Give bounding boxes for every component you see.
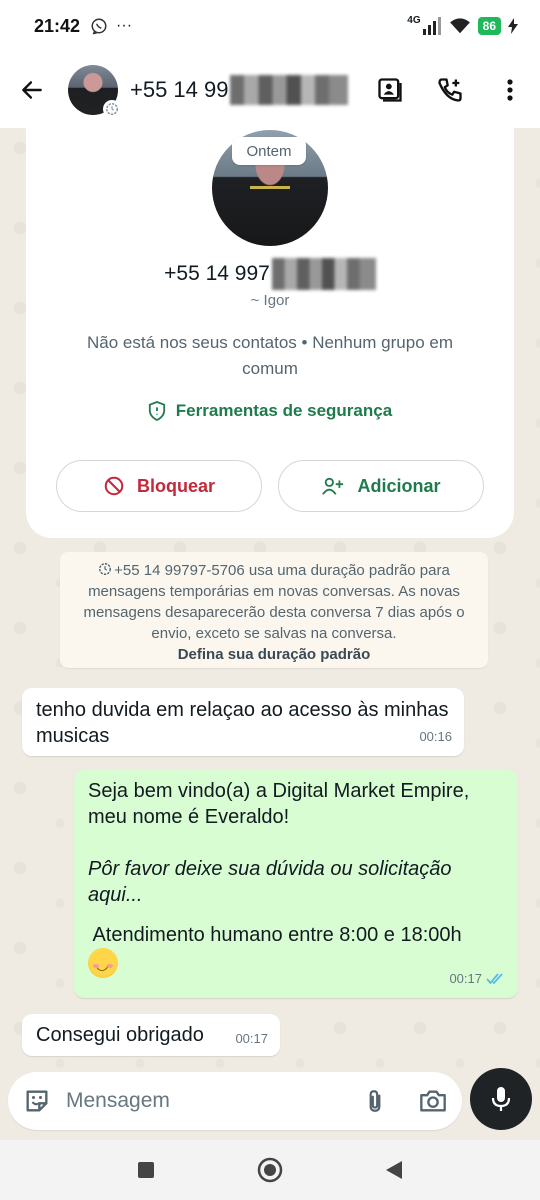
recents-button[interactable] xyxy=(126,1150,166,1190)
card-phone-text: +55 14 997 xyxy=(164,262,270,285)
kebab-menu-icon xyxy=(507,79,513,101)
more-options-button[interactable] xyxy=(480,52,540,128)
message-time: 00:16 xyxy=(419,729,452,744)
block-icon xyxy=(104,476,124,496)
incoming-message[interactable]: tenho duvida em relaçao ao acesso às min… xyxy=(22,688,464,756)
status-notifications: ··· xyxy=(90,17,132,35)
set-default-duration-link[interactable]: Defina sua duração padrão xyxy=(70,644,478,665)
phone-plus-icon xyxy=(438,78,462,102)
add-call-button[interactable] xyxy=(420,52,480,128)
contact-card-icon xyxy=(378,78,402,102)
contact-status-info: Não está nos seus contatos • Nenhum grup… xyxy=(87,333,453,378)
message-request: Pôr favor deixe sua dúvida ou solicitaçã… xyxy=(88,858,452,906)
camera-button[interactable] xyxy=(404,1072,462,1130)
back-button[interactable] xyxy=(0,52,64,128)
message-spacer xyxy=(88,830,504,856)
message-input[interactable] xyxy=(66,1089,346,1113)
chat-header: +55 14 99 xyxy=(0,52,540,128)
double-check-read-icon xyxy=(486,973,503,985)
add-contact-label: Adicionar xyxy=(357,475,441,496)
back-nav-button[interactable] xyxy=(374,1150,414,1190)
home-button[interactable] xyxy=(250,1150,290,1190)
disappearing-timer-icon xyxy=(103,100,121,118)
more-notifications-icon: ··· xyxy=(116,17,133,34)
incoming-message[interactable]: Consegui obrigado 00:17 xyxy=(22,1014,280,1056)
triangle-back-icon xyxy=(386,1161,402,1179)
message-meta: 00:17 xyxy=(449,966,506,992)
message-spacer xyxy=(88,908,504,922)
camera-icon xyxy=(420,1090,446,1112)
contact-avatar[interactable] xyxy=(68,65,121,118)
header-actions xyxy=(360,52,540,128)
message-hours: Atendimento humano entre 8:00 e 18:00h xyxy=(88,924,462,946)
status-bar: 21:42 ··· 4G 86 xyxy=(0,0,540,52)
home-circle-icon xyxy=(257,1157,283,1183)
network-type: 4G xyxy=(407,14,421,26)
voice-message-button[interactable] xyxy=(470,1068,532,1130)
contact-push-name: ~ Igor xyxy=(250,292,290,309)
message-time: 00:17 xyxy=(235,1031,268,1046)
notice-text: +55 14 99797-5706 usa uma duração padrão… xyxy=(83,562,465,642)
battery-badge: 86 xyxy=(477,17,501,35)
safety-tools-label: Ferramentas de segurança xyxy=(175,401,393,420)
system-navigation-bar xyxy=(0,1140,540,1200)
status-indicators: 4G 86 xyxy=(407,14,518,35)
shield-icon xyxy=(148,401,165,421)
sticker-button[interactable] xyxy=(8,1072,66,1130)
add-contact-button[interactable]: Adicionar xyxy=(278,460,484,512)
paperclip-icon xyxy=(369,1090,381,1112)
microphone-icon xyxy=(491,1087,511,1111)
whatsapp-notification-icon xyxy=(91,18,107,35)
sticker-icon xyxy=(26,1090,48,1112)
timer-icon xyxy=(99,563,112,575)
person-add-icon xyxy=(322,477,344,495)
message-meta: 00:16 xyxy=(419,724,452,750)
safety-tools-link[interactable]: Ferramentas de segurança xyxy=(26,401,514,421)
message-text: Consegui obrigado xyxy=(36,1024,204,1046)
charging-icon xyxy=(508,18,518,34)
contact-title[interactable]: +55 14 99 xyxy=(130,75,349,105)
card-redacted-blur xyxy=(271,258,376,290)
contact-info-card: +55 14 997 ~ Igor Não está nos seus cont… xyxy=(26,128,514,538)
message-greeting: Seja bem vindo(a) a Digital Market Empir… xyxy=(88,780,470,828)
block-label: Bloquear xyxy=(136,475,215,496)
arrow-left-icon xyxy=(22,81,42,99)
contact-number: +55 14 99 xyxy=(130,77,229,102)
date-divider: Ontem xyxy=(232,137,306,165)
wifi-icon xyxy=(449,18,470,34)
disappearing-messages-notice: +55 14 99797-5706 usa uma duração padrão… xyxy=(60,552,488,668)
redacted-number-blur xyxy=(230,75,349,105)
status-time: 21:42 xyxy=(34,15,81,36)
smiling-face-emoji-icon xyxy=(88,948,118,978)
message-text: tenho duvida em relaçao ao acesso às min… xyxy=(36,699,449,747)
outgoing-message[interactable]: Seja bem vindo(a) a Digital Market Empir… xyxy=(74,770,518,998)
signal-icon xyxy=(422,17,441,35)
attach-button[interactable] xyxy=(346,1072,404,1130)
contact-card-button[interactable] xyxy=(360,52,420,128)
message-time: 00:17 xyxy=(449,971,482,986)
card-phone-number: +55 14 997 xyxy=(26,258,514,290)
block-button[interactable]: Bloquear xyxy=(56,460,262,512)
message-meta: 00:17 xyxy=(235,1026,268,1052)
square-icon xyxy=(138,1162,154,1178)
message-composer xyxy=(8,1072,462,1130)
